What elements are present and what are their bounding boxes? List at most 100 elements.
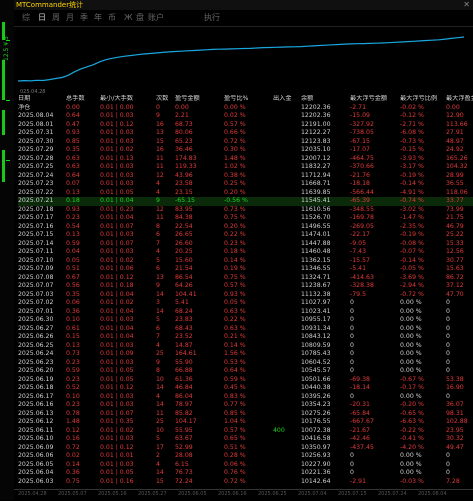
table-cell: 0.00 %: [400, 367, 422, 374]
table-row[interactable]: 2025.07.11 0.04 0.01 | 0.03 4 20.25 0.18 % 114…: [18, 248, 473, 257]
table-row[interactable]: 净仓 0.00 0.01 | 0.00 0 0.00 0.00 % 12202.36 -2.7…: [18, 104, 473, 113]
table-row[interactable]: 2025.07.02 0.06 0.01 | 0.02 3 5.41 0.05 % 1102…: [18, 299, 473, 308]
table-row[interactable]: 2025.06.18 0.52 0.01 | 0.12 14 46.84 0.45 % 10…: [18, 384, 473, 393]
table-row[interactable]: 2025.07.29 0.35 0.01 | 0.02 16 36.46 0.30 % 12…: [18, 146, 473, 155]
table-cell: 12202.36: [301, 103, 331, 111]
toolbar-item-1[interactable]: 日: [38, 13, 46, 23]
table-cell: 2025.07.28: [18, 154, 54, 162]
table-cell: 4: [156, 341, 160, 349]
toolbar-item-5[interactable]: 年: [94, 13, 102, 23]
table-cell: 0.75 %: [224, 273, 246, 281]
table-cell: 12122.27: [301, 129, 331, 136]
table-row[interactable]: 2025.07.10 0.05 0.01 | 0.02 5 15.60 0.14 % 113…: [18, 257, 473, 266]
table-cell: 12191.00: [301, 120, 331, 128]
table-cell: 2025.06.24: [18, 350, 54, 357]
toolbar-item-2[interactable]: 周: [52, 13, 60, 23]
table-row[interactable]: 2025.07.01 0.36 0.01 | 0.04 14 68.24 0.63 % 11…: [18, 308, 473, 317]
table-cell: 0.01 | 0.00: [100, 103, 134, 111]
table-row[interactable]: 2025.07.03 0.35 0.01 | 0.04 14 104.41 0.93 % 1…: [18, 291, 473, 300]
table-cell: 0.01 | 0.03: [100, 248, 134, 255]
table-cell: 25: [156, 350, 164, 357]
table-row[interactable]: 2025.07.25 0.63 0.01 | 0.03 11 119.33 1.02 % 1…: [18, 163, 473, 172]
table-cell: 0.01 | 0.04: [100, 307, 134, 315]
toolbar-item-6[interactable]: 币: [108, 13, 116, 23]
table-row[interactable]: 2025.07.23 0.07 0.01 | 0.03 4 23.58 0.25 % 116…: [18, 180, 473, 189]
table-row[interactable]: 2025.08.04 0.64 0.01 | 0.03 9 2.21 0.02 % 1220…: [18, 112, 473, 121]
table-cell: 0: [446, 299, 450, 306]
column-header: 最大浮亏金额: [350, 95, 388, 102]
table-row[interactable]: 2025.06.12 1.48 0.01 | 0.35 25 104.17 1.04 % 1…: [18, 418, 473, 427]
table-row[interactable]: 2025.06.06 0.02 0.01 | 0.01 2 28.08 0.28 % 102…: [18, 452, 473, 461]
table-row[interactable]: 2025.06.10 0.16 0.01 | 0.03 5 63.67 0.65 % 104…: [18, 435, 473, 444]
table-cell: 0.93 %: [224, 290, 246, 298]
table-row[interactable]: 2025.07.30 0.85 0.01 | 0.03 15 65.23 0.72 % 12…: [18, 138, 473, 147]
table-cell: -269.05: [350, 222, 374, 230]
table-cell: 14: [156, 290, 164, 298]
table-row[interactable]: 2025.06.09 0.72 0.01 | 0.12 17 52.99 0.51 % 10…: [18, 444, 473, 453]
table-row[interactable]: 2025.06.25 0.13 0.01 | 0.03 4 14.87 0.14 % 108…: [18, 342, 473, 351]
table-row[interactable]: 2025.06.11 0.12 0.01 | 0.02 10 55.95 0.57 % 40…: [18, 427, 473, 436]
table-row[interactable]: 2025.07.18 0.93 0.01 | 0.23 12 83.95 0.73 % 11…: [18, 206, 473, 215]
toolbar-item-8[interactable]: 盘: [136, 13, 144, 23]
table-cell: 6.15: [175, 460, 189, 468]
volume-bar: [2, 110, 5, 135]
table-cell: 11: [156, 154, 164, 162]
table-row[interactable]: 2025.07.22 0.13 0.01 | 0.05 4 23.15 0.20 % 116…: [18, 189, 473, 198]
table-row[interactable]: 2025.07.07 0.56 0.01 | 0.18 9 64.26 0.57 % 112…: [18, 282, 473, 291]
table-cell: 66.88: [175, 367, 193, 374]
table-row[interactable]: 2025.07.31 0.93 0.01 | 0.03 13 80.06 0.66 % 12…: [18, 129, 473, 138]
table-row[interactable]: 2025.07.16 0.54 0.01 | 0.07 8 22.54 0.20 % 114…: [18, 223, 473, 232]
table-row[interactable]: 2025.06.27 0.61 0.01 | 0.04 6 68.43 0.63 % 109…: [18, 325, 473, 334]
toolbar-item-4[interactable]: 季: [80, 13, 88, 23]
table-row[interactable]: 2025.06.03 0.75 0.01 | 0.16 15 72.24 0.72 % 10…: [18, 478, 473, 487]
table-row[interactable]: 2025.06.24 0.73 0.01 | 0.09 25 164.61 1.56 % 1…: [18, 350, 473, 359]
table-row[interactable]: 2025.06.26 0.15 0.01 | 0.04 7 23.52 0.21 % 108…: [18, 333, 473, 342]
table-cell: 0: [350, 358, 354, 366]
table-row[interactable]: 2025.07.28 0.63 0.01 | 0.13 11 174.83 1.48 % 1…: [18, 155, 473, 164]
toolbar-item-7[interactable]: Ж: [124, 13, 133, 23]
table-row[interactable]: 2025.07.15 0.13 0.01 | 0.03 6 26.65 0.22 % 114…: [18, 231, 473, 240]
table-row[interactable]: 2025.06.23 0.23 0.01 | 0.03 9 55.90 0.53 % 106…: [18, 359, 473, 368]
table-cell: 0: [446, 392, 450, 400]
table-cell: 0.06 %: [224, 460, 246, 468]
table-cell: 0.00 %: [400, 350, 422, 357]
table-cell: 11447.88: [301, 239, 331, 247]
window-titlebar[interactable]: MTCommander统计 ✕: [14, 0, 473, 10]
toolbar-item-10[interactable]: 执行: [204, 13, 220, 23]
table-row[interactable]: 2025.06.20 0.59 0.01 | 0.05 8 66.88 0.64 % 105…: [18, 367, 473, 376]
table-row[interactable]: 2025.06.30 0.10 0.01 | 0.03 5 23.83 0.22 % 109…: [18, 316, 473, 325]
table-row[interactable]: 2025.07.21 0.18 0.01 | 0.04 9 -65.15 -0.56 % 1…: [18, 197, 473, 206]
close-icon[interactable]: ✕: [463, 0, 470, 10]
table-cell: -0.65 %: [400, 409, 424, 417]
table-row[interactable]: 2025.08.01 0.47 0.01 | 0.12 16 68.73 0.57 % 12…: [18, 121, 473, 130]
table-cell: 2025.07.22: [18, 188, 54, 196]
table-row[interactable]: 2025.06.16 0.23 0.01 | 0.03 14 78.97 0.77 % 10…: [18, 401, 473, 410]
table-cell: 0.20 %: [224, 222, 246, 230]
table-cell: 2025.06.03: [18, 477, 54, 485]
table-row[interactable]: 2025.06.04 0.36 0.01 | 0.05 14 76.73 0.76 % 10…: [18, 469, 473, 478]
table-row[interactable]: 2025.07.17 0.23 0.01 | 0.04 11 84.38 0.75 % 11…: [18, 214, 473, 223]
table-cell: 174.83: [175, 154, 197, 162]
toolbar-item-9[interactable]: 账户: [148, 13, 164, 23]
table-cell: -20.31: [350, 401, 370, 408]
table-cell: 0.25 %: [224, 180, 246, 187]
toolbar-item-0[interactable]: 综: [22, 13, 30, 23]
table-row[interactable]: 2025.06.05 0.14 0.01 | 0.03 4 6.15 0.06 % 1022…: [18, 461, 473, 470]
table-cell: 21.54: [175, 265, 193, 272]
table-cell: 63.67: [175, 435, 193, 442]
table-cell: -2.91: [350, 477, 367, 485]
table-cell: 11832.27: [301, 163, 331, 170]
table-row[interactable]: 2025.06.17 0.10 0.01 | 0.03 4 86.04 0.83 % 103…: [18, 393, 473, 402]
table-row[interactable]: 2025.07.08 0.67 0.01 | 0.12 13 86.54 0.75 % 11…: [18, 274, 473, 283]
table-cell: -0.67 %: [400, 375, 424, 383]
date-tick-label: 2025.06.16: [218, 491, 247, 497]
table-row[interactable]: 2025.07.14 0.59 0.01 | 0.07 7 26.60 0.23 % 114…: [18, 240, 473, 249]
date-tick-label: 2025.05.16: [98, 491, 127, 497]
table-cell: 26.60: [175, 239, 193, 247]
table-row[interactable]: 2025.06.19 0.23 0.01 | 0.05 10 61.36 0.59 % 10…: [18, 376, 473, 385]
table-row[interactable]: 2025.07.24 0.64 0.01 | 0.03 12 43.96 0.38 % 11…: [18, 172, 473, 181]
toolbar-item-3[interactable]: 月: [66, 13, 74, 23]
table-row[interactable]: 2025.06.13 0.78 0.01 | 0.07 11 85.82 0.85 % 10…: [18, 410, 473, 419]
date-tick-label: 2025.06.25: [258, 491, 287, 497]
table-row[interactable]: 2025.07.09 0.51 0.01 | 0.06 6 21.54 0.19 % 113…: [18, 265, 473, 274]
